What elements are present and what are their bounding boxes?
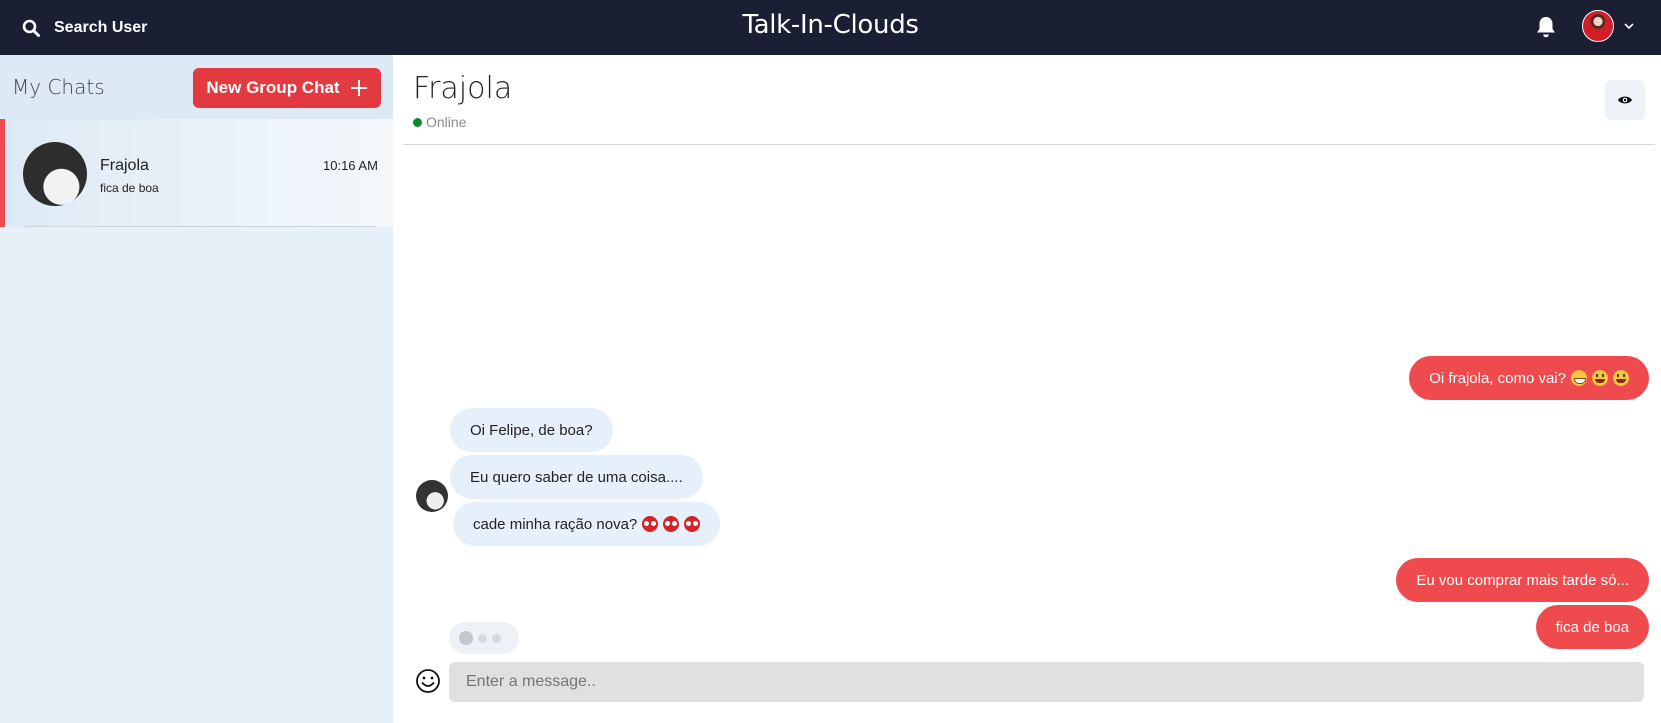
contact-name: Frajola xyxy=(413,71,513,106)
divider xyxy=(403,144,1655,145)
bell-icon[interactable] xyxy=(1535,15,1557,39)
message-text: fica de boa xyxy=(1555,618,1629,636)
message-bubble-received: cade minha ração nova? xyxy=(453,502,721,546)
profile-menu[interactable] xyxy=(1582,10,1636,42)
message-text: Oi Felipe, de boa? xyxy=(470,421,593,439)
message-bubble-received: Oi Felipe, de boa? xyxy=(450,408,613,452)
message-input[interactable] xyxy=(449,662,1644,702)
sidebar-header: My Chats New Group Chat xyxy=(0,55,393,119)
top-navbar: Search User Talk-In-Clouds xyxy=(0,0,1661,55)
eye-icon xyxy=(1618,96,1632,104)
avatar xyxy=(1582,10,1614,42)
chat-list-item[interactable]: Frajola 10:16 AM fica de boa xyxy=(0,119,393,227)
message-text: cade minha ração nova? xyxy=(473,515,638,533)
typing-indicator xyxy=(449,622,519,654)
chats-sidebar: My Chats New Group Chat Frajola 10:16 AM… xyxy=(0,55,393,723)
app-title: Talk-In-Clouds xyxy=(742,10,919,40)
plus-icon xyxy=(350,80,367,96)
smiley-emoji-icon xyxy=(1613,370,1629,386)
emoji-picker-icon[interactable] xyxy=(415,668,441,694)
status-indicator: Online xyxy=(413,114,466,130)
sender-avatar xyxy=(416,480,448,512)
grinning-emoji-icon xyxy=(1571,370,1587,386)
message-text: Eu quero saber de uma coisa.... xyxy=(470,468,683,486)
chat-avatar xyxy=(23,142,87,206)
eyes-emoji-icon xyxy=(684,516,701,532)
eyes-emoji-icon xyxy=(663,516,680,532)
status-text: Online xyxy=(426,114,467,130)
message-bubble-received: Eu quero saber de uma coisa.... xyxy=(450,455,703,499)
eyes-emoji-icon xyxy=(642,516,659,532)
message-bubble-sent: fica de boa xyxy=(1535,605,1649,649)
online-dot xyxy=(413,117,422,127)
message-text: Oi frajola, como vai? xyxy=(1429,369,1566,387)
typing-dot xyxy=(492,633,501,643)
chevron-down-icon xyxy=(1624,23,1634,30)
message-bubble-sent: Eu vou comprar mais tarde só... xyxy=(1396,558,1649,602)
typing-dot xyxy=(478,633,487,643)
new-group-chat-label: New Group Chat xyxy=(206,78,340,97)
view-profile-button[interactable] xyxy=(1605,80,1645,120)
divider xyxy=(23,226,375,227)
my-chats-title: My Chats xyxy=(12,75,105,99)
typing-dot xyxy=(459,631,473,645)
message-bubble-sent: Oi frajola, como vai? xyxy=(1409,356,1649,400)
message-text: Eu vou comprar mais tarde só... xyxy=(1416,571,1629,589)
chat-last-message: fica de boa xyxy=(100,181,159,195)
smiley-emoji-icon xyxy=(1592,370,1608,386)
new-group-chat-button[interactable]: New Group Chat xyxy=(193,68,381,108)
chat-panel: Frajola Online Oi frajola, como vai? Oi … xyxy=(393,55,1661,723)
chat-time: 10:16 AM xyxy=(323,158,378,173)
chat-name: Frajola xyxy=(100,157,149,174)
